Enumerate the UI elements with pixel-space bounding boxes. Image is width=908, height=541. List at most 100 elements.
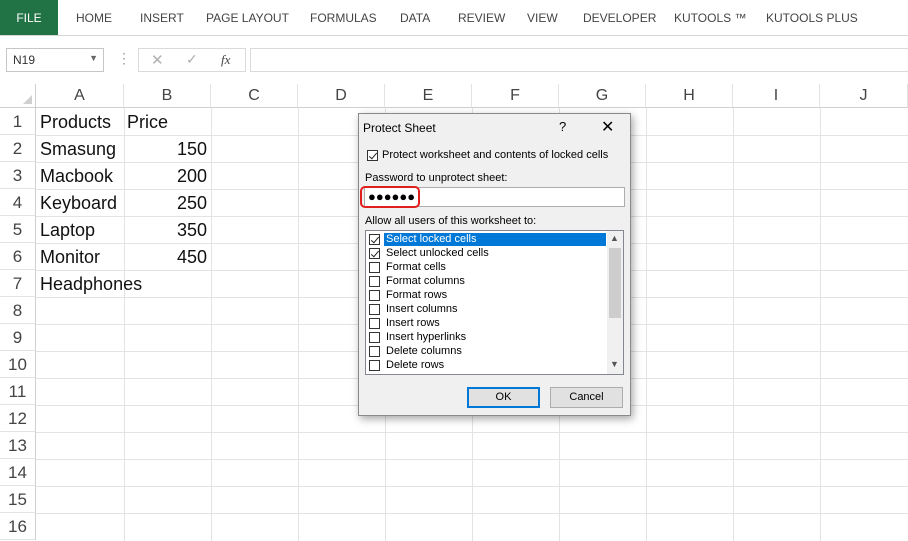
tab-page-layout[interactable]: PAGE LAYOUT [206,0,289,36]
permission-label: Format rows [386,289,448,301]
password-label: Password to unprotect sheet: [365,172,508,184]
cell-a4[interactable]: Keyboard [40,190,117,217]
row-header-8[interactable]: 8 [0,297,36,324]
permission-checkbox[interactable] [369,360,380,371]
permission-label: Select unlocked cells [386,247,489,259]
chevron-down-icon[interactable]: ▼ [610,359,619,369]
permission-label: Delete rows [386,359,445,371]
column-header-i[interactable]: I [733,84,820,108]
cell-b3[interactable]: 200 [124,163,207,190]
column-header-a[interactable]: A [36,84,124,108]
protect-sheet-checkbox[interactable] [367,150,378,161]
permission-label: Format cells [386,261,446,273]
ribbon-tabs: FILE HOME INSERT PAGE LAYOUT FORMULAS DA… [0,0,908,36]
check-icon[interactable]: ✓ [186,51,198,68]
chevron-down-icon[interactable]: ▼ [89,53,98,63]
cell-a5[interactable]: Laptop [40,217,95,244]
ok-button[interactable]: OK [467,387,540,408]
permission-label: Select locked cells [384,233,606,246]
formula-input[interactable] [250,48,908,72]
protect-sheet-label[interactable]: Protect worksheet and contents of locked… [382,149,608,161]
permission-checkbox[interactable] [369,248,380,259]
row-header-7[interactable]: 7 [0,270,36,297]
permission-checkbox[interactable] [369,304,380,315]
permission-insert-rows[interactable]: Insert rows [366,317,606,331]
select-all-corner[interactable] [0,84,36,108]
scrollbar-thumb[interactable] [609,248,621,318]
cancel-button[interactable]: Cancel [550,387,623,408]
permission-delete-columns[interactable]: Delete columns [366,345,606,359]
column-header-h[interactable]: H [646,84,733,108]
tab-home[interactable]: HOME [76,0,112,36]
row-header-15[interactable]: 15 [0,486,36,513]
permission-checkbox[interactable] [369,276,380,287]
gridline [36,513,908,514]
cancel-icon[interactable]: ✕ [151,51,164,69]
cell-b4[interactable]: 250 [124,190,207,217]
formula-bar-grip-icon[interactable]: ⋮ [117,50,131,67]
row-header-13[interactable]: 13 [0,432,36,459]
row-header-9[interactable]: 9 [0,324,36,351]
name-box[interactable]: N19 ▼ [6,48,104,72]
tab-kutools-plus[interactable]: KUTOOLS PLUS [766,0,858,36]
close-icon[interactable]: ✕ [601,117,614,137]
permissions-list[interactable]: Select locked cells Select unlocked cell… [365,230,624,375]
permission-select-locked-cells[interactable]: Select locked cells [366,233,606,247]
column-header-e[interactable]: E [385,84,472,108]
cell-a7[interactable]: Headphones [40,271,142,298]
row-header-11[interactable]: 11 [0,378,36,405]
row-header-12[interactable]: 12 [0,405,36,432]
tab-insert[interactable]: INSERT [140,0,184,36]
permission-format-cells[interactable]: Format cells [366,261,606,275]
cell-a1[interactable]: Products [40,109,111,136]
permission-insert-columns[interactable]: Insert columns [366,303,606,317]
help-icon[interactable]: ? [559,119,566,134]
row-header-10[interactable]: 10 [0,351,36,378]
cell-b5[interactable]: 350 [124,217,207,244]
permission-checkbox[interactable] [369,290,380,301]
permissions-scrollbar[interactable]: ▲ ▼ [607,231,623,374]
insert-function-icon[interactable]: fx [221,52,230,68]
permission-format-columns[interactable]: Format columns [366,275,606,289]
column-header-f[interactable]: F [472,84,559,108]
row-header-2[interactable]: 2 [0,135,36,162]
tab-developer[interactable]: DEVELOPER [583,0,656,36]
cell-a2[interactable]: Smasung [40,136,116,163]
cell-b2[interactable]: 150 [124,136,207,163]
name-box-value: N19 [13,53,36,67]
row-header-1[interactable]: 1 [0,108,36,135]
row-header-4[interactable]: 4 [0,189,36,216]
chevron-up-icon[interactable]: ▲ [610,233,619,243]
column-header-b[interactable]: B [124,84,211,108]
tab-view[interactable]: VIEW [527,0,558,36]
row-header-16[interactable]: 16 [0,513,36,540]
permission-checkbox[interactable] [369,262,380,273]
permission-checkbox[interactable] [369,234,380,245]
permission-select-unlocked-cells[interactable]: Select unlocked cells [366,247,606,261]
tab-kutools[interactable]: KUTOOLS ™ [674,0,746,36]
permission-format-rows[interactable]: Format rows [366,289,606,303]
tab-file[interactable]: FILE [0,0,58,36]
permission-checkbox[interactable] [369,346,380,357]
column-header-j[interactable]: J [820,84,908,108]
column-header-g[interactable]: G [559,84,646,108]
cell-b1[interactable]: Price [127,109,168,136]
tab-formulas[interactable]: FORMULAS [310,0,377,36]
gridline [36,432,908,433]
permission-delete-rows[interactable]: Delete rows [366,359,606,373]
row-header-3[interactable]: 3 [0,162,36,189]
column-header-c[interactable]: C [211,84,298,108]
row-header-5[interactable]: 5 [0,216,36,243]
permission-checkbox[interactable] [369,332,380,343]
cell-a3[interactable]: Macbook [40,163,113,190]
cell-b6[interactable]: 450 [124,244,207,271]
select-all-icon [23,95,32,104]
row-header-6[interactable]: 6 [0,243,36,270]
row-header-14[interactable]: 14 [0,459,36,486]
tab-review[interactable]: REVIEW [458,0,505,36]
column-header-d[interactable]: D [298,84,385,108]
tab-data[interactable]: DATA [400,0,430,36]
permission-insert-hyperlinks[interactable]: Insert hyperlinks [366,331,606,345]
permission-checkbox[interactable] [369,318,380,329]
cell-a6[interactable]: Monitor [40,244,100,271]
